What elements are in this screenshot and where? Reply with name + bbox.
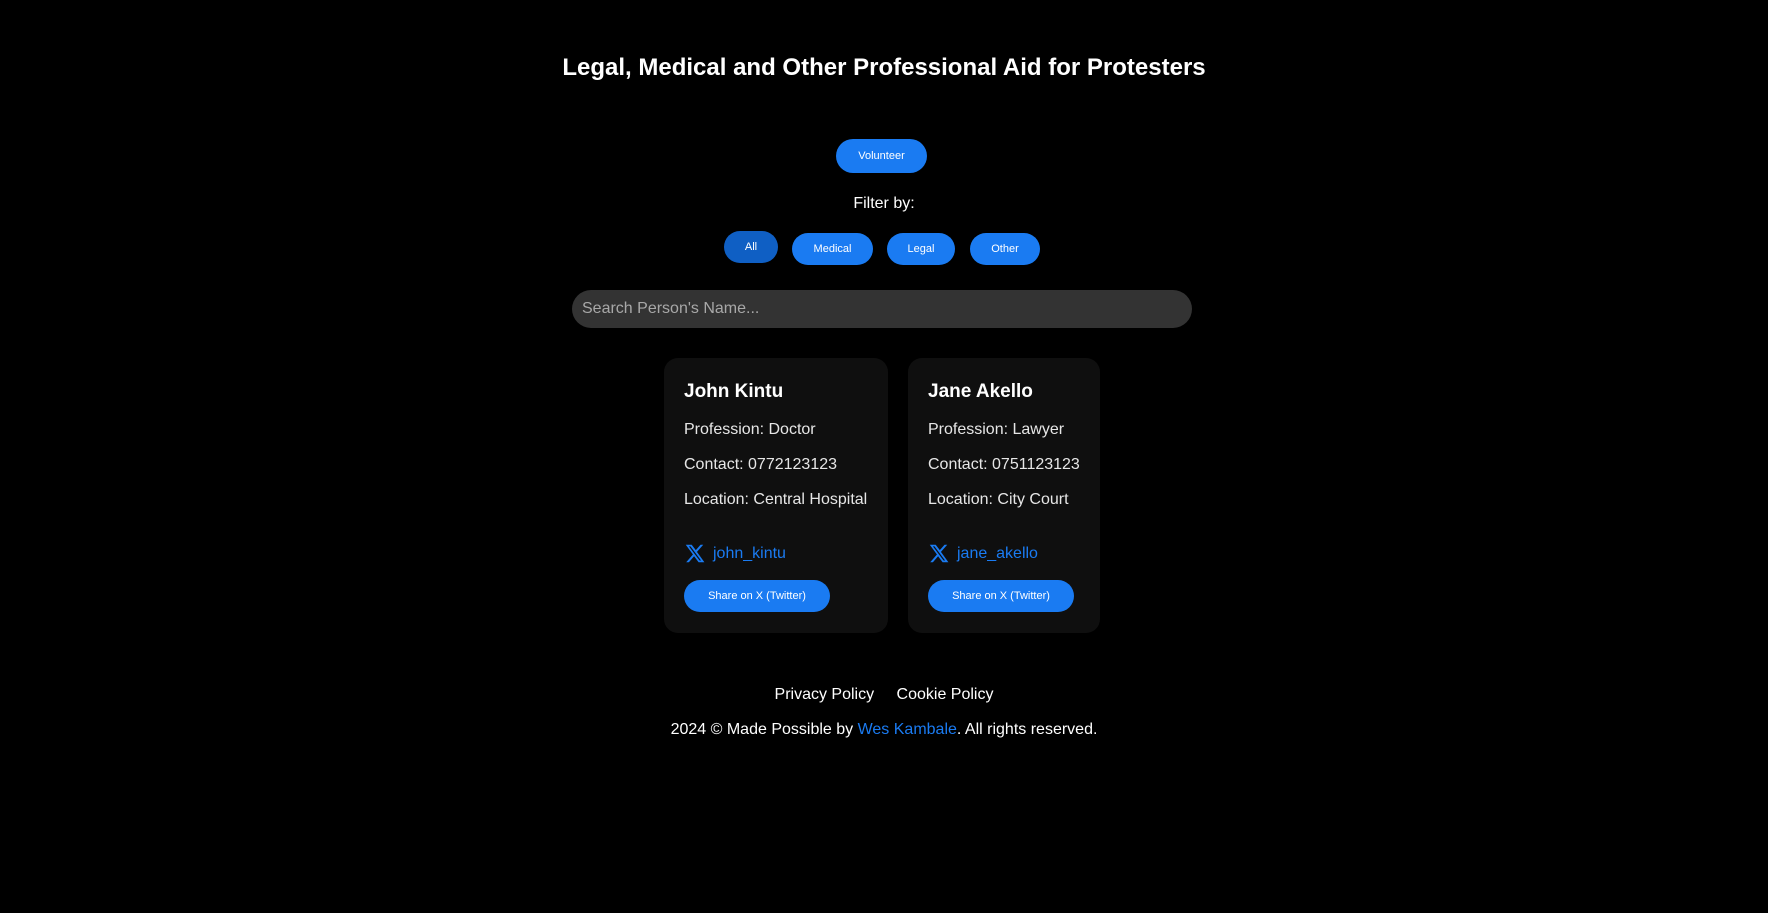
filter-legal-button[interactable]: Legal bbox=[887, 233, 955, 265]
card-location: Location: City Court bbox=[928, 491, 1069, 508]
author-link[interactable]: Wes Kambale bbox=[858, 721, 957, 738]
twitter-row: jane_akello bbox=[928, 540, 1038, 564]
cookie-policy-link[interactable]: Cookie Policy bbox=[897, 686, 994, 703]
copyright: 2024 © Made Possible by Wes Kambale. All… bbox=[0, 720, 1768, 740]
filter-all-button[interactable]: All bbox=[724, 231, 778, 263]
twitter-handle-link[interactable]: jane_akello bbox=[957, 544, 1038, 564]
page: Legal, Medical and Other Professional Ai… bbox=[0, 0, 1768, 913]
twitter-handle-link[interactable]: john_kintu bbox=[713, 544, 786, 564]
card-location: Location: Central Hospital bbox=[684, 491, 868, 508]
filter-label: Filter by: bbox=[853, 195, 915, 212]
page-title: Legal, Medical and Other Professional Ai… bbox=[562, 54, 1206, 81]
search-input[interactable] bbox=[572, 290, 1192, 328]
volunteer-button[interactable]: Volunteer bbox=[836, 139, 927, 173]
card-contact: Contact: 0772123123 bbox=[684, 456, 838, 473]
professional-card: John Kintu Profession: Doctor Contact: 0… bbox=[664, 358, 888, 633]
card-profession: Profession: Lawyer bbox=[928, 421, 1065, 438]
card-name: Jane Akello bbox=[928, 381, 1033, 402]
share-on-x-button[interactable]: Share on X (Twitter) bbox=[684, 580, 830, 612]
x-logo-icon bbox=[928, 543, 949, 564]
card-contact: Contact: 0751123123 bbox=[928, 456, 1080, 473]
copyright-suffix: . All rights reserved. bbox=[956, 721, 1098, 738]
filter-medical-button[interactable]: Medical bbox=[792, 233, 873, 265]
filter-other-button[interactable]: Other bbox=[970, 233, 1040, 265]
share-on-x-button[interactable]: Share on X (Twitter) bbox=[928, 580, 1074, 612]
card-name: John Kintu bbox=[684, 381, 784, 402]
card-profession: Profession: Doctor bbox=[684, 421, 816, 438]
x-logo-icon bbox=[684, 543, 705, 564]
twitter-row: john_kintu bbox=[684, 540, 786, 564]
footer-links: Privacy Policy Cookie Policy bbox=[0, 685, 1768, 705]
professional-card: Jane Akello Profession: Lawyer Contact: … bbox=[908, 358, 1100, 633]
copyright-prefix: 2024 © Made Possible by bbox=[670, 721, 858, 738]
privacy-policy-link[interactable]: Privacy Policy bbox=[775, 686, 875, 703]
